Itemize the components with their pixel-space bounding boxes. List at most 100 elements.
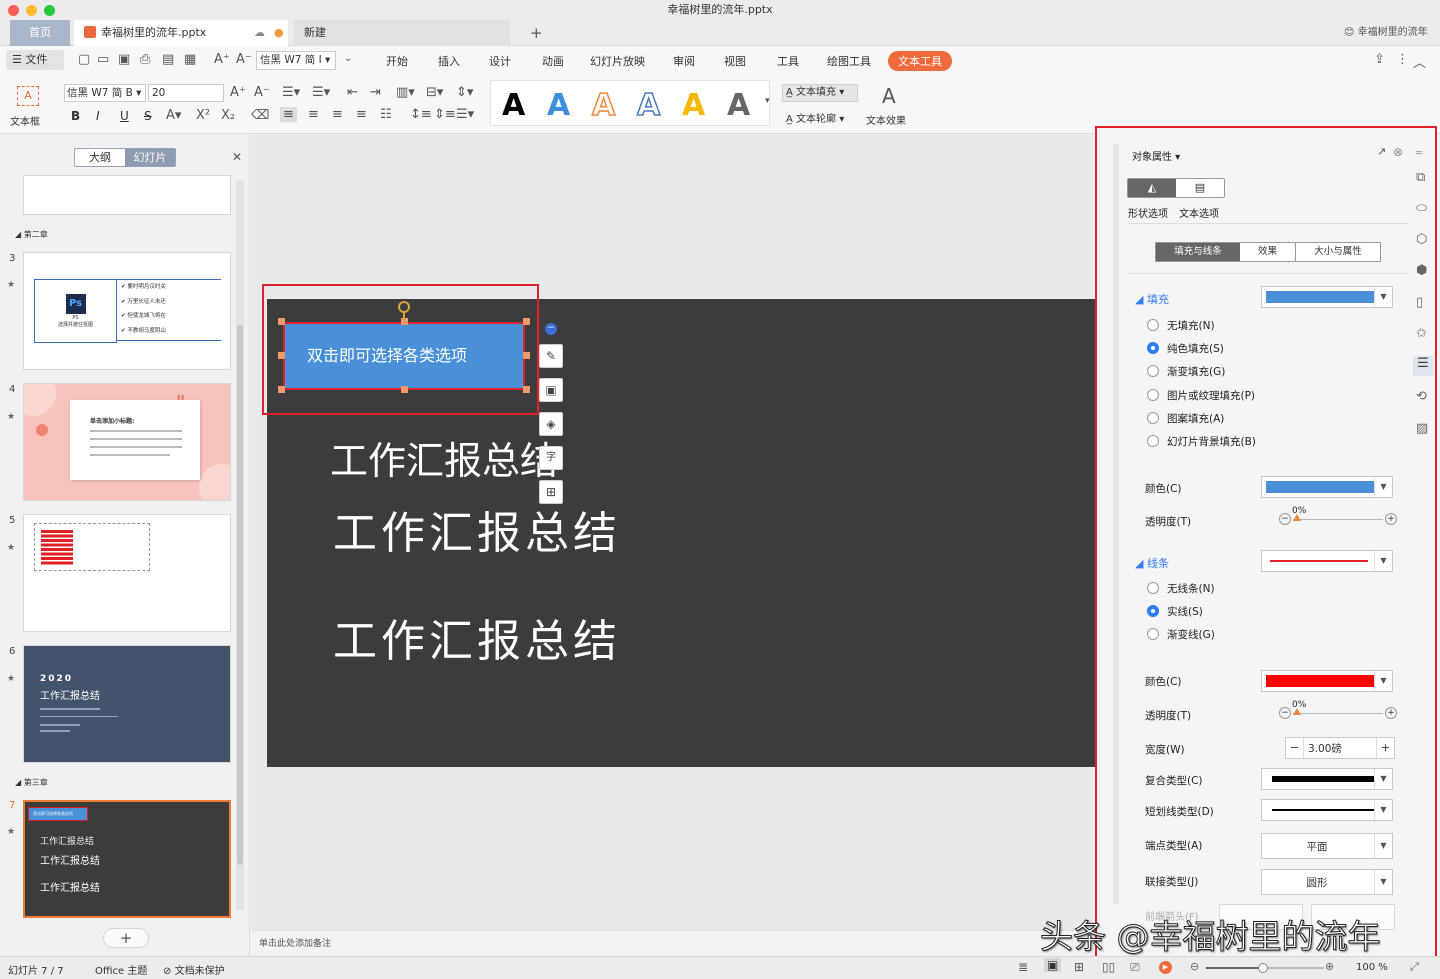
resize-handle[interactable] — [523, 386, 530, 393]
font-name-select[interactable]: 信黑 W7 简 I ▾ — [256, 51, 336, 70]
tab-effect[interactable]: 效果 — [1240, 243, 1296, 261]
textbox-label[interactable]: 文本框 — [10, 113, 40, 128]
subscript-icon[interactable]: X₂ — [221, 108, 235, 123]
align-text-icon[interactable]: ⇕▾ — [456, 85, 473, 100]
wordart-style-gold[interactable]: A — [682, 88, 705, 123]
close-window-button[interactable] — [8, 5, 19, 16]
width-increase-button[interactable]: + — [1376, 738, 1394, 758]
animation-icon[interactable]: ⬢ — [1416, 263, 1427, 278]
resize-handle[interactable] — [523, 318, 530, 325]
fill-color-picker[interactable]: ▼ — [1261, 476, 1393, 498]
chevron-down-icon[interactable]: ⌄ — [344, 53, 352, 64]
panel-title[interactable]: 对象属性 ▾ — [1132, 148, 1180, 163]
cap-type-select[interactable]: 平面 ▼ — [1261, 833, 1393, 859]
shape-options-label[interactable]: 形状选项 — [1128, 205, 1168, 220]
user-account[interactable]: 😊 幸福树里的流年 — [1334, 20, 1428, 46]
align-left-icon[interactable]: ≡ — [280, 107, 297, 122]
menu-design[interactable]: 设计 — [489, 53, 511, 69]
line-section-toggle[interactable]: ◢ 线条 — [1135, 555, 1169, 571]
line-style-select[interactable]: ▼ — [1261, 550, 1393, 572]
minimize-window-button[interactable] — [26, 5, 37, 16]
wordart-more-icon[interactable]: ▾ — [765, 96, 770, 106]
wordart-style-blue[interactable]: A — [547, 88, 570, 123]
layer-icon[interactable]: ◈ — [539, 412, 563, 436]
selected-shape-button[interactable]: 双击即可选择各类选项 — [283, 322, 525, 390]
line-transparency-plus-button[interactable]: + — [1385, 707, 1397, 719]
radio-gradient-fill[interactable] — [1147, 365, 1159, 377]
font-size-select[interactable]: 20 — [148, 84, 224, 102]
superscript-icon[interactable]: X² — [196, 108, 210, 123]
star-effect-icon[interactable]: ✩ — [1416, 326, 1427, 341]
fill-color-select[interactable]: ▼ — [1261, 286, 1393, 308]
notes-toggle-icon[interactable]: ≣ — [1018, 960, 1028, 974]
shape-options-icon[interactable]: ◭ — [1128, 179, 1176, 197]
text-outline-button[interactable]: A̲ 文本轮廓 ▾ — [786, 110, 844, 125]
strikethrough-button[interactable]: S — [144, 109, 152, 123]
text-effect-button[interactable]: 文本效果 — [866, 112, 906, 127]
zoom-in-icon[interactable]: ⊕ — [1325, 960, 1334, 973]
panel-scrollbar-thumb[interactable] — [237, 325, 243, 865]
doc-protection[interactable]: ⊘ 文档未保护 — [163, 962, 225, 977]
slide-thumb-7[interactable]: 双击即可选择各类选项 工作汇报总结 工作汇报总结 工作汇报总结 — [23, 800, 231, 918]
decrease-indent-icon[interactable]: ⇤ — [347, 85, 358, 100]
normal-view-icon[interactable]: ▣ — [1044, 958, 1062, 972]
picture-icon[interactable]: ▨ — [1416, 421, 1428, 436]
image-icon[interactable]: ▦ — [184, 52, 196, 67]
add-slide-button[interactable]: + — [103, 928, 149, 948]
columns-icon[interactable]: ▥▾ — [396, 85, 415, 100]
join-type-select[interactable]: 圆形 ▼ — [1261, 869, 1393, 895]
tab-slides[interactable]: 幻灯片 — [125, 149, 175, 166]
presenter-view-icon[interactable]: ⎚ — [1130, 960, 1140, 975]
collapse-ribbon-icon[interactable]: ︿ — [1413, 52, 1426, 71]
tab-size-properties[interactable]: 大小与属性 — [1296, 243, 1380, 261]
fill-section-toggle[interactable]: ◢ 填充 — [1135, 291, 1169, 307]
radio-pattern-fill[interactable] — [1147, 412, 1159, 424]
align-center-icon[interactable]: ≡ — [308, 107, 319, 122]
font-grow-icon[interactable]: A⁺ — [214, 52, 230, 67]
theme-name[interactable]: Office 主题 — [95, 962, 147, 977]
slide-thumb-6[interactable]: 2020 工作汇报总结 — [23, 645, 231, 763]
distribute-icon[interactable]: ☷ — [380, 107, 392, 122]
paragraph-spacing-icon[interactable]: ⇕≡ — [434, 107, 456, 122]
dash-type-select[interactable]: ▼ — [1261, 799, 1393, 821]
slide-thumb-3[interactable]: Ps PS 选择并遮住抠图 ✔ 要时明月汉时关 ✔ 万里长征人未还 ✔ 但使龙城… — [23, 252, 231, 370]
text-fill-button[interactable]: A̲ 文本填充 ▾ — [782, 84, 858, 102]
resize-handle[interactable] — [523, 352, 530, 359]
wordart-style-blue-outline[interactable]: A — [636, 87, 661, 124]
line-transparency-minus-button[interactable]: − — [1279, 707, 1291, 719]
shape-style-icon[interactable]: ✎ — [539, 344, 563, 368]
preview-icon[interactable]: ▤ — [162, 52, 174, 67]
increase-indent-icon[interactable]: ⇥ — [370, 85, 381, 100]
text-options-label[interactable]: 文本选项 — [1179, 205, 1219, 220]
share-icon[interactable]: ⇪ — [1374, 52, 1385, 67]
line-spacing-icon[interactable]: ↕≡ — [410, 107, 432, 122]
italic-button[interactable]: I — [96, 109, 100, 123]
history-icon[interactable]: ⟲ — [1416, 389, 1427, 404]
save-icon[interactable]: ▣ — [118, 52, 130, 67]
tab-outline[interactable]: 大纲 — [75, 149, 125, 166]
close-panel-icon[interactable]: ✕ — [232, 150, 242, 164]
slide-thumb-2[interactable] — [23, 175, 231, 215]
radio-solid-line[interactable] — [1147, 605, 1159, 617]
slide-thumb-4[interactable]: 单击添加小标题: " — [23, 383, 231, 501]
fit-window-icon[interactable]: ⤢ — [1410, 960, 1419, 974]
wordart-style-black[interactable]: A — [502, 88, 525, 123]
menu-drawing-tools[interactable]: 绘图工具 — [827, 53, 871, 69]
menu-insert[interactable]: 插入 — [438, 53, 460, 69]
slide-text-1[interactable]: 工作汇报总结 — [330, 430, 558, 485]
add-tab-icon[interactable]: + — [520, 20, 543, 46]
cloud-icon[interactable]: ☁ — [254, 20, 265, 46]
transition-icon[interactable]: ▯ — [1416, 295, 1423, 310]
radio-no-fill[interactable] — [1147, 319, 1159, 331]
radio-background-fill[interactable] — [1147, 435, 1159, 447]
shape-fill-icon[interactable]: ▣ — [539, 378, 563, 402]
menu-view[interactable]: 视图 — [724, 53, 746, 69]
menu-start[interactable]: 开始 — [386, 53, 408, 69]
print-icon[interactable]: ⎙ — [140, 52, 150, 67]
align-right-icon[interactable]: ≡ — [332, 107, 343, 122]
notes-area[interactable]: 单击此处添加备注 — [252, 930, 1094, 956]
menu-slideshow[interactable]: 幻灯片放映 — [590, 53, 645, 69]
transparency-minus-button[interactable]: − — [1279, 513, 1291, 525]
new-doc-icon[interactable]: ▢ — [78, 52, 90, 67]
width-decrease-button[interactable]: − — [1286, 738, 1304, 758]
